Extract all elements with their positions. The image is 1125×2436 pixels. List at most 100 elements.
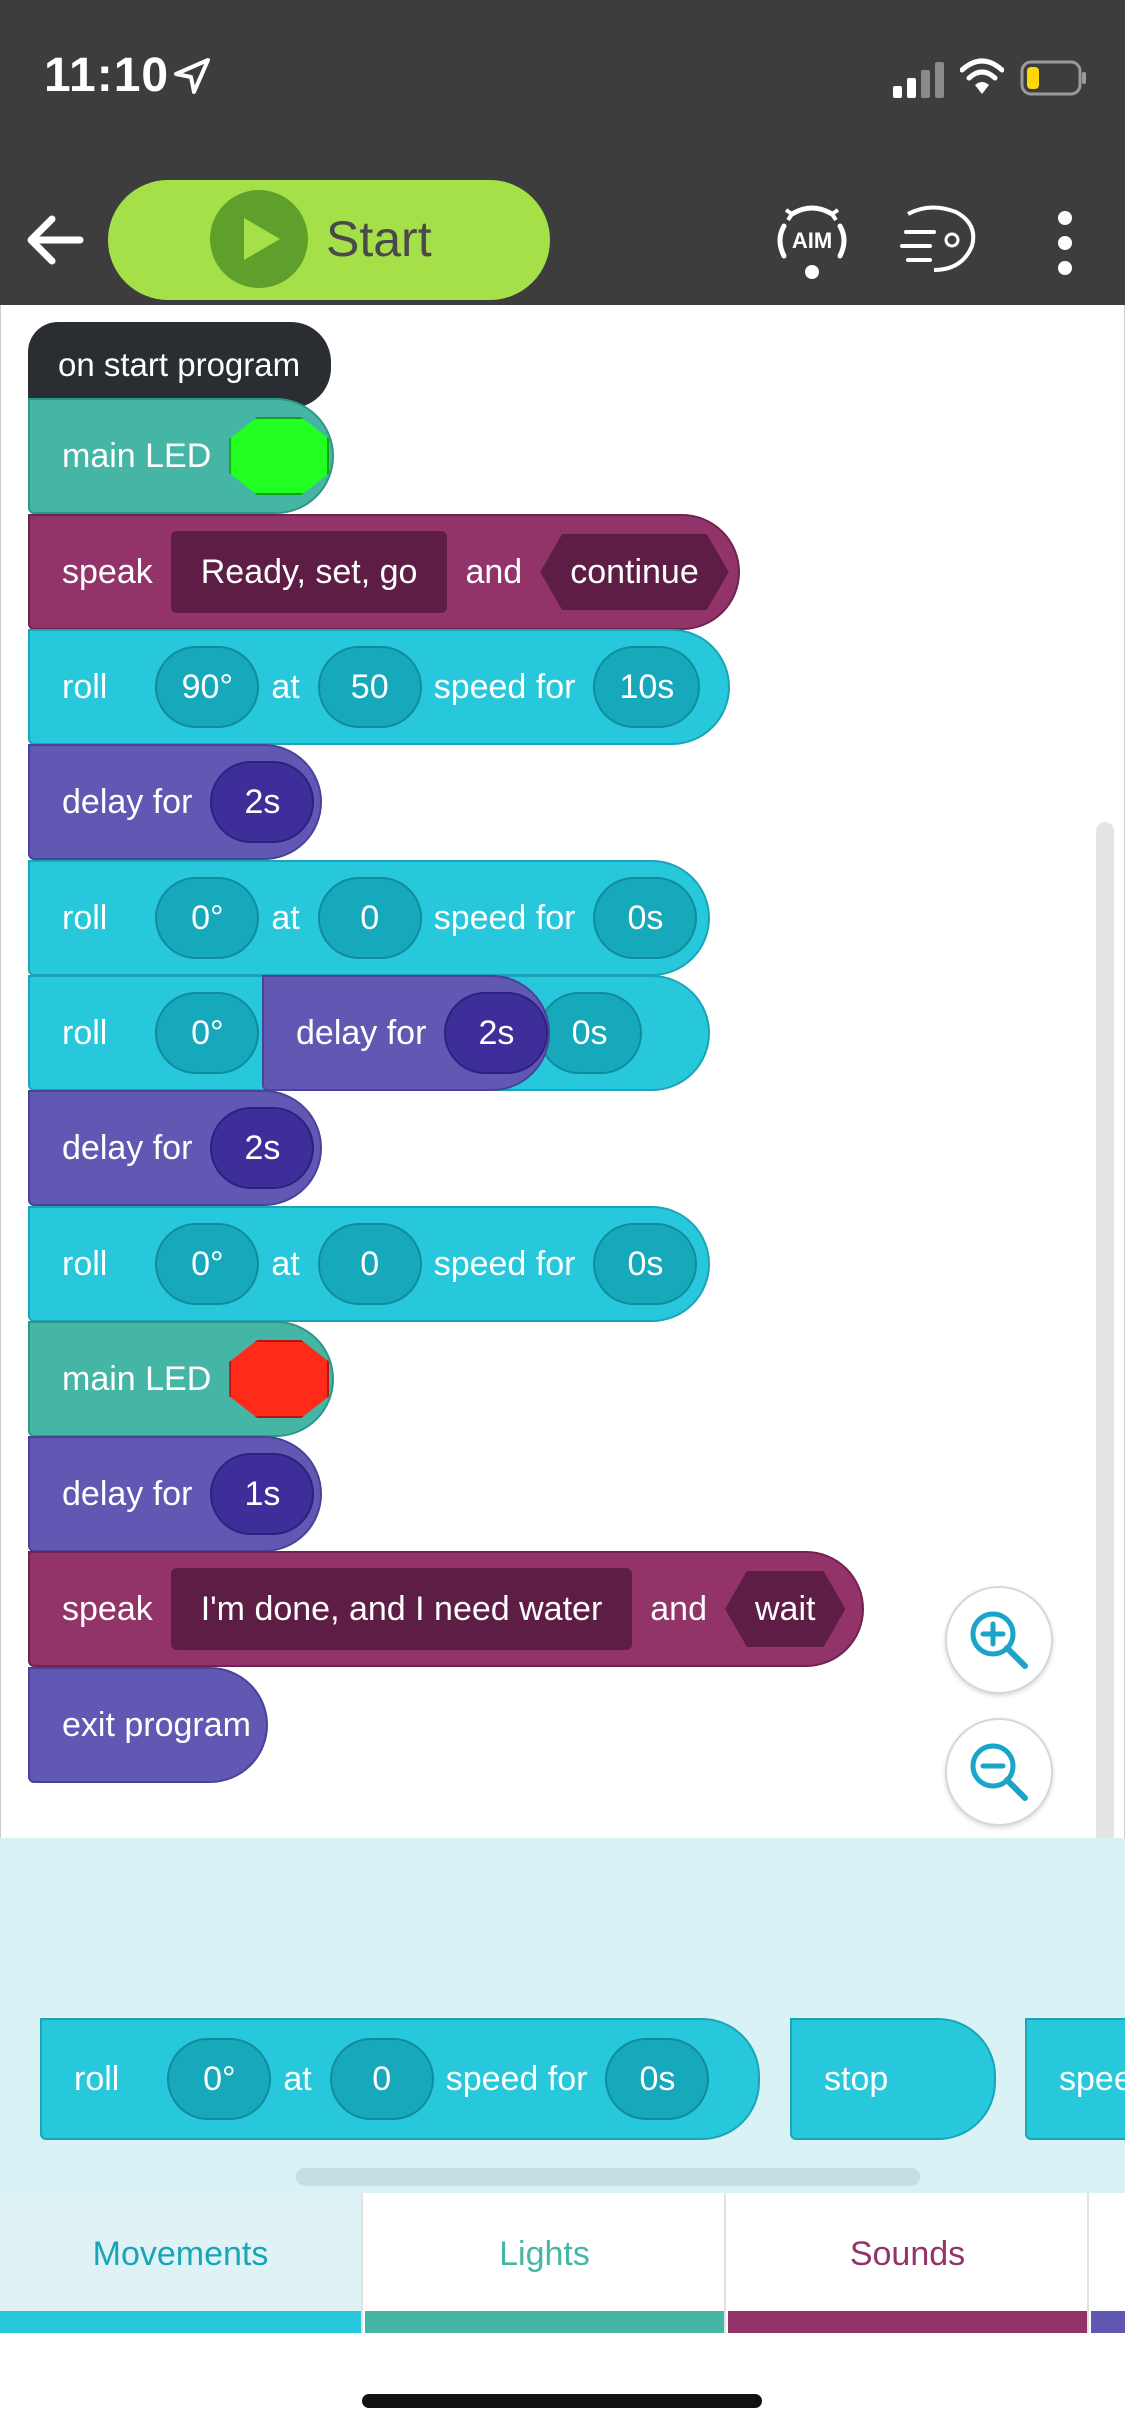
drive-mode-icon[interactable] (900, 204, 980, 276)
block-label: roll (62, 1244, 108, 1283)
palette-speed-block[interactable]: spee (1025, 2018, 1125, 2140)
speech-text-field[interactable]: I'm done, and I need water (170, 1568, 633, 1650)
block-label: delay for (62, 782, 193, 821)
block-palette[interactable]: roll 0° at 0 speed for 0s stop spee (0, 1838, 1125, 2193)
delay-duration-input[interactable]: 2s (210, 761, 315, 843)
more-options-icon[interactable] (1045, 210, 1085, 276)
duration-input[interactable]: 10s (593, 646, 701, 728)
speak-block-1[interactable]: speak Ready, set, go and continue (28, 514, 740, 630)
block-label: speed for (445, 2059, 588, 2098)
delay-block-3[interactable]: delay for 1s (28, 1436, 322, 1552)
tab-movements[interactable]: Movements (0, 2193, 363, 2333)
heading-input[interactable]: 0° (155, 877, 260, 959)
roll-block-4[interactable]: roll 0° at 0 speed for 0s (28, 1206, 710, 1322)
block-label: speed for (433, 898, 576, 937)
main-led-block-2[interactable]: main LED (28, 1321, 334, 1437)
speak-block-2[interactable]: speak I'm done, and I need water and wai… (28, 1551, 864, 1667)
block-label: at (271, 1244, 300, 1283)
block-label: and (650, 1589, 707, 1628)
duration-input[interactable]: 0s (605, 2038, 710, 2120)
tab-lights[interactable]: Lights (365, 2193, 726, 2333)
back-arrow-icon[interactable] (20, 205, 90, 275)
block-label: at (283, 2059, 312, 2098)
speech-text-field[interactable]: Ready, set, go (170, 531, 448, 613)
block-label: speak (62, 1589, 153, 1628)
led-color-swatch-green[interactable] (229, 417, 330, 495)
delay-block-2[interactable]: delay for 2s (28, 1090, 322, 1206)
speak-mode-dropdown[interactable]: wait (725, 1571, 845, 1647)
block-label: on start program (58, 346, 301, 383)
zoom-in-button[interactable] (945, 1586, 1053, 1694)
block-label: delay for (62, 1474, 193, 1513)
tab-color-bar (1091, 2311, 1125, 2333)
location-arrow-icon (174, 58, 210, 94)
block-label: main LED (62, 436, 212, 475)
aim-icon[interactable]: AIM (770, 200, 854, 280)
tab-color-bar (0, 2311, 361, 2333)
horizontal-scrollbar[interactable] (296, 2168, 920, 2186)
block-label: stop (824, 2059, 889, 2098)
home-indicator[interactable] (362, 2394, 762, 2408)
heading-input[interactable]: 0° (155, 992, 260, 1074)
speed-input[interactable]: 50 (317, 646, 422, 728)
block-label: main LED (62, 1359, 212, 1398)
tab-next-partial[interactable] (1091, 2193, 1125, 2333)
exit-program-block[interactable]: exit program (28, 1667, 268, 1783)
vertical-scrollbar[interactable] (1096, 822, 1114, 1862)
palette-stop-block[interactable]: stop (790, 2018, 996, 2140)
duration-input[interactable]: 0s (593, 877, 698, 959)
tab-label: Lights (499, 2235, 590, 2273)
block-label: roll (62, 667, 108, 706)
block-label: delay for (296, 1013, 427, 1052)
block-label: delay for (62, 1128, 193, 1167)
duration-input[interactable]: 0s (593, 1223, 698, 1305)
battery-icon (1020, 60, 1086, 96)
led-color-swatch-red[interactable] (229, 1340, 330, 1418)
speed-input[interactable]: 0 (317, 1223, 422, 1305)
speak-mode-dropdown[interactable]: continue (540, 534, 729, 610)
speed-input[interactable]: 0 (329, 2038, 434, 2120)
tab-label: Sounds (849, 2235, 966, 2273)
roll-block-2[interactable]: roll 0° at 0 speed for 0s (28, 860, 710, 976)
cellular-signal-icon (893, 62, 944, 98)
start-label: Start (326, 211, 432, 267)
main-led-block-1[interactable]: main LED (28, 398, 334, 514)
block-label: spee (1059, 2059, 1125, 2098)
tab-color-bar (728, 2311, 1087, 2333)
tab-color-bar (365, 2311, 724, 2333)
block-label: speed for (433, 667, 576, 706)
start-button[interactable]: Start (108, 180, 550, 300)
block-label: at (271, 667, 300, 706)
top-bar: 11:10 Start AIM (0, 0, 1125, 305)
block-label: at (271, 898, 300, 937)
heading-input[interactable]: 0° (167, 2038, 272, 2120)
delay-duration-input[interactable]: 1s (210, 1453, 315, 1535)
heading-input[interactable]: 0° (155, 1223, 260, 1305)
speed-input[interactable]: 0 (317, 877, 422, 959)
roll-block-1[interactable]: roll 90° at 50 speed for 10s (28, 629, 730, 745)
block-label: speed for (433, 1244, 576, 1283)
aim-label: AIM (792, 228, 832, 253)
palette-roll-block[interactable]: roll 0° at 0 speed for 0s (40, 2018, 760, 2140)
delay-block-1[interactable]: delay for 2s (28, 744, 322, 860)
floating-delay-block[interactable]: delay for 2s (262, 975, 550, 1091)
heading-input[interactable]: 90° (155, 646, 260, 728)
tab-label: Movements (92, 2235, 269, 2273)
category-tabs: Movements Lights Sounds (0, 2193, 1125, 2333)
block-label: speak (62, 552, 153, 591)
block-label: and (465, 552, 523, 591)
play-icon (210, 190, 308, 288)
duration-input[interactable]: 0s (537, 992, 642, 1074)
block-label: roll (62, 898, 108, 937)
on-start-program-block[interactable]: on start program (28, 322, 331, 408)
block-label: roll (74, 2059, 120, 2098)
tab-sounds[interactable]: Sounds (728, 2193, 1089, 2333)
delay-duration-input[interactable]: 2s (210, 1107, 315, 1189)
delay-duration-input[interactable]: 2s (444, 992, 549, 1074)
block-label: exit program (62, 1705, 251, 1744)
zoom-out-icon (970, 1743, 1028, 1801)
zoom-out-button[interactable] (945, 1718, 1053, 1826)
status-time: 11:10 (44, 49, 170, 102)
wifi-icon (960, 58, 1004, 94)
block-label: roll (62, 1013, 108, 1052)
